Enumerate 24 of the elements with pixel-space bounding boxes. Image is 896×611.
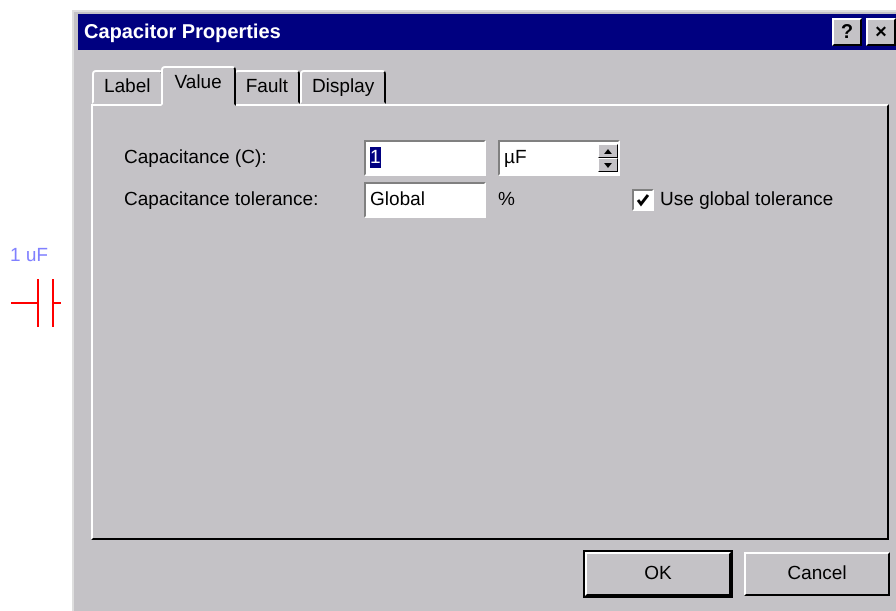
spin-down-button[interactable] bbox=[598, 158, 618, 172]
spin-up-button[interactable] bbox=[598, 144, 618, 158]
window-title: Capacitor Properties bbox=[84, 20, 282, 45]
tab[interactable]: Value bbox=[160, 66, 236, 106]
unit-label: % bbox=[498, 188, 516, 212]
field-label: Capacitance tolerance: bbox=[124, 188, 320, 212]
unit-spinner[interactable]: µF bbox=[498, 140, 620, 176]
down-arrow-icon bbox=[604, 162, 612, 168]
component-label: 1 uF bbox=[10, 246, 50, 265]
close-button[interactable]: × bbox=[866, 18, 896, 46]
tab[interactable]: Display bbox=[300, 70, 386, 104]
check-icon bbox=[636, 193, 650, 207]
ok-button[interactable]: OK bbox=[585, 552, 731, 596]
input-field[interactable]: 1 bbox=[364, 140, 486, 176]
capacitor-symbol-icon bbox=[10, 277, 62, 329]
input-field[interactable]: Global bbox=[364, 182, 486, 218]
cancel-button[interactable]: Cancel bbox=[744, 552, 890, 596]
checkbox-label: Use global tolerance bbox=[660, 188, 834, 212]
tab[interactable]: Fault bbox=[234, 70, 300, 104]
tab[interactable]: Label bbox=[92, 70, 162, 104]
up-arrow-icon bbox=[604, 148, 612, 154]
field-label: Capacitance (C): bbox=[124, 146, 268, 170]
checkbox[interactable] bbox=[632, 189, 654, 211]
help-button[interactable]: ? bbox=[832, 18, 862, 46]
